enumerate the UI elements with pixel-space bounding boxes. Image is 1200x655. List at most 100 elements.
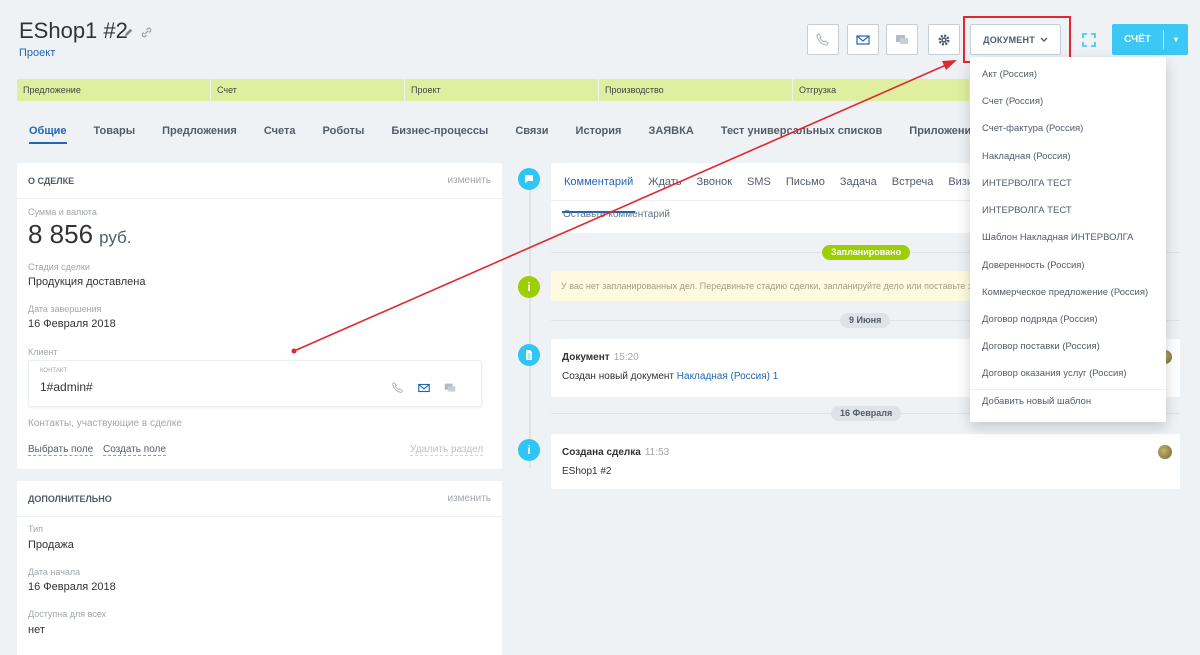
create-field-link[interactable]: Создать поле: [103, 444, 166, 456]
card-title: О СДЕЛКЕ: [28, 175, 75, 186]
document-dropdown-menu: Акт (Россия) Счет (Россия) Счет-фактура …: [970, 57, 1166, 422]
stage-item[interactable]: Производство: [599, 79, 792, 101]
entry-body: EShop1 #2: [562, 466, 612, 477]
close-date-value[interactable]: 16 Февраля 2018: [28, 318, 116, 330]
envelope-icon[interactable]: [417, 381, 431, 395]
highlight-box: [963, 16, 1071, 63]
tab-offers[interactable]: Предложения: [162, 125, 237, 137]
stage-item[interactable]: Проект: [405, 79, 598, 101]
participants-label: Контакты, участвующие в сделке: [28, 418, 182, 429]
contact-name[interactable]: 1#admin#: [40, 380, 93, 394]
tab-invoices[interactable]: Счета: [264, 125, 296, 137]
tab-history[interactable]: История: [576, 125, 622, 137]
menu-divider: [970, 389, 1166, 390]
info-icon: i: [518, 276, 540, 298]
menu-item[interactable]: Договор подряда (Россия): [982, 314, 1098, 325]
delete-section-link[interactable]: Удалить раздел: [410, 444, 484, 456]
chat-button[interactable]: [886, 24, 918, 55]
stage-item[interactable]: Отгрузка: [793, 79, 969, 101]
close-date-label: Дата завершения: [28, 304, 102, 314]
caret-down-icon[interactable]: ▾: [1164, 35, 1188, 44]
edit-link[interactable]: изменить: [447, 493, 491, 504]
select-field-link[interactable]: Выбрать поле: [28, 444, 94, 456]
date-badge: 9 Июня: [840, 313, 891, 328]
title-actions: [123, 27, 152, 38]
menu-item[interactable]: Коммерческое предложение (Россия): [982, 287, 1148, 298]
edit-link[interactable]: изменить: [447, 175, 491, 186]
stage-bar: Предложение Счет Проект Производство Отг…: [17, 79, 970, 101]
type-value[interactable]: Продажа: [28, 539, 74, 551]
public-label: Доступна для всех: [28, 609, 107, 619]
contact-card[interactable]: КОНТАКТ 1#admin#: [28, 360, 482, 407]
chat-icon: [896, 34, 908, 44]
activity-editor: Комментарий Ждать Звонок SMS Письмо Зада…: [551, 163, 978, 233]
schet-button[interactable]: СЧЁТ ▾: [1112, 24, 1188, 55]
timeline-line: [529, 178, 531, 468]
editor-tab-comment[interactable]: Комментарий: [561, 176, 636, 213]
menu-item[interactable]: Договор поставки (Россия): [982, 341, 1100, 352]
stage-item[interactable]: Счет: [211, 79, 404, 101]
editor-tab-wait[interactable]: Ждать: [648, 176, 681, 200]
menu-item[interactable]: Доверенность (Россия): [982, 260, 1085, 271]
fullscreen-button[interactable]: [1073, 24, 1105, 55]
entry-text: Создан новый документ: [562, 371, 674, 382]
no-activities-notice: У вас нет запланированных дел. Передвинь…: [551, 271, 970, 301]
document-link[interactable]: Накладная (Россия) 1: [677, 371, 779, 382]
editor-tab-call[interactable]: Звонок: [697, 176, 733, 200]
editor-tabs: Комментарий Ждать Звонок SMS Письмо Зада…: [551, 163, 978, 213]
tab-business-processes[interactable]: Бизнес-процессы: [391, 125, 488, 137]
document-icon: [518, 344, 540, 366]
amount-value[interactable]: 8 856 руб.: [28, 219, 132, 250]
tab-bar: Общие Товары Предложения Счета Роботы Би…: [29, 125, 1005, 144]
tab-products[interactable]: Товары: [94, 125, 136, 137]
stage-item[interactable]: Предложение: [17, 79, 210, 101]
date-badge: 16 Февраля: [831, 406, 902, 421]
tab-apps[interactable]: Приложения: [909, 125, 977, 137]
start-date-value[interactable]: 16 Февраля 2018: [28, 581, 116, 593]
phone-icon[interactable]: [391, 381, 405, 395]
link-icon[interactable]: [141, 27, 152, 38]
tab-request[interactable]: ЗАЯВКА: [648, 125, 693, 137]
entry-time: 15:20: [613, 352, 639, 363]
deal-card-header: О СДЕЛКЕ изменить: [17, 163, 502, 199]
stage-label: Стадия сделки: [28, 262, 90, 272]
entry-body: Создан новый документ Накладная (Россия)…: [562, 371, 778, 382]
settings-button[interactable]: [928, 24, 960, 55]
email-button[interactable]: [847, 24, 879, 55]
tab-links[interactable]: Связи: [515, 125, 548, 137]
planned-badge: Запланировано: [822, 245, 911, 260]
add-template-item[interactable]: Добавить новый шаблон: [982, 396, 1091, 407]
entry-title: Создана сделка: [562, 447, 641, 458]
avatar[interactable]: [1158, 445, 1172, 459]
menu-item[interactable]: ИНТЕРВОЛГА ТЕСТ: [982, 205, 1072, 216]
menu-item[interactable]: Счет (Россия): [982, 96, 1043, 107]
menu-item[interactable]: Счет-фактура (Россия): [982, 123, 1083, 134]
editor-tab-meeting[interactable]: Встреча: [892, 176, 934, 200]
stage-value[interactable]: Продукция доставлена: [28, 276, 145, 288]
menu-item[interactable]: Акт (Россия): [982, 69, 1037, 80]
amount-number: 8 856: [28, 219, 94, 249]
schet-button-label: СЧЁТ: [1124, 34, 1151, 45]
editor-tab-email[interactable]: Письмо: [786, 176, 825, 200]
entry-title: Документ: [562, 352, 610, 363]
call-button[interactable]: [807, 24, 839, 55]
tab-general[interactable]: Общие: [29, 125, 67, 144]
editor-tab-sms[interactable]: SMS: [747, 176, 771, 200]
menu-item[interactable]: Накладная (Россия): [982, 151, 1071, 162]
tab-universal-lists-test[interactable]: Тест универсальных списков: [721, 125, 883, 137]
public-value[interactable]: нет: [28, 624, 45, 636]
entry-time: 11:53: [644, 447, 670, 458]
entry-header: Документ 15:20: [562, 352, 639, 363]
tab-robots[interactable]: Роботы: [323, 125, 365, 137]
editor-tab-task[interactable]: Задача: [840, 176, 877, 200]
entry-header: Создана сделка 11:53: [562, 447, 669, 458]
deal-card: О СДЕЛКЕ изменить Сумма и валюта 8 856 ру…: [17, 163, 502, 469]
gear-icon: [938, 34, 950, 45]
chat-icon[interactable]: [443, 381, 457, 395]
menu-item[interactable]: ИНТЕРВОЛГА ТЕСТ: [982, 178, 1072, 189]
menu-item[interactable]: Договор оказания услуг (Россия): [982, 368, 1127, 379]
start-date-label: Дата начала: [28, 567, 81, 577]
menu-item[interactable]: Шаблон Накладная ИНТЕРВОЛГА: [982, 232, 1133, 243]
pencil-icon[interactable]: [123, 27, 134, 38]
breadcrumb[interactable]: Проект: [19, 47, 55, 59]
